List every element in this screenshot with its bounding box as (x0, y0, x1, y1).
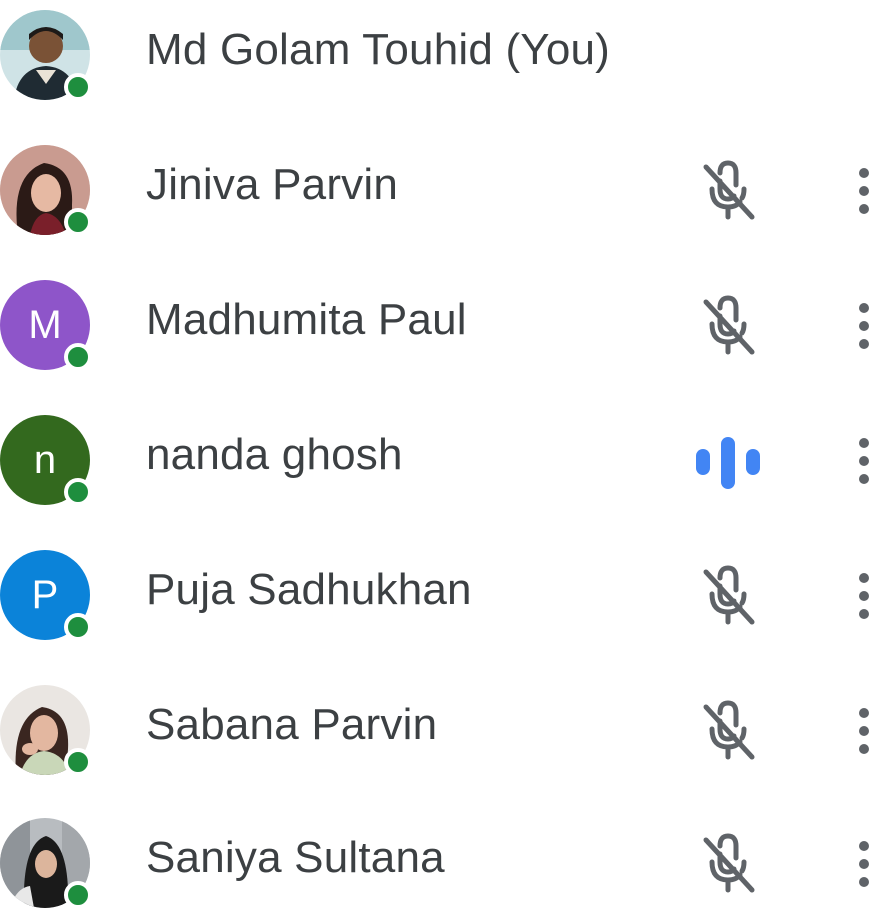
online-status-dot (64, 748, 92, 776)
avatar: M (0, 280, 92, 372)
mic-off-icon (703, 295, 755, 355)
more-vert-icon[interactable] (840, 566, 876, 626)
online-status-dot (64, 73, 92, 101)
participant-name: Puja Sadhukhan (146, 565, 472, 614)
participant-name: nanda ghosh (146, 430, 403, 479)
participant-row[interactable]: Jiniva Parvin (0, 135, 877, 245)
participant-name: Sabana Parvin (146, 700, 438, 749)
participant-row[interactable]: Sabana Parvin (0, 675, 877, 785)
avatar (0, 818, 92, 910)
avatar (0, 145, 92, 237)
participant-row[interactable]: M Madhumita Paul (0, 270, 877, 380)
mic-off-icon (703, 833, 755, 893)
avatar (0, 10, 92, 102)
more-vert-icon[interactable] (840, 701, 876, 761)
mic-off-icon (703, 700, 755, 760)
mic-off-icon (703, 565, 755, 625)
online-status-dot (64, 478, 92, 506)
more-vert-icon[interactable] (840, 161, 876, 221)
more-vert-icon[interactable] (840, 296, 876, 356)
mic-off-icon (703, 160, 755, 220)
avatar: n (0, 415, 92, 507)
participant-name: Saniya Sultana (146, 833, 445, 882)
participant-row[interactable]: n nanda ghosh (0, 405, 877, 515)
more-vert-icon[interactable] (840, 834, 876, 894)
avatar: P (0, 550, 92, 642)
participant-name: Madhumita Paul (146, 295, 467, 344)
avatar (0, 685, 92, 777)
participant-name: Jiniva Parvin (146, 160, 399, 209)
participant-row[interactable]: Md Golam Touhid (You) (0, 0, 877, 110)
participant-name: Md Golam Touhid (You) (146, 25, 611, 74)
more-vert-icon[interactable] (840, 431, 876, 491)
online-status-dot (64, 208, 92, 236)
online-status-dot (64, 343, 92, 371)
online-status-dot (64, 613, 92, 641)
audio-level-icon (696, 437, 760, 489)
participant-row[interactable]: Saniya Sultana (0, 808, 877, 918)
online-status-dot (64, 881, 92, 909)
participant-row[interactable]: P Puja Sadhukhan (0, 540, 877, 650)
